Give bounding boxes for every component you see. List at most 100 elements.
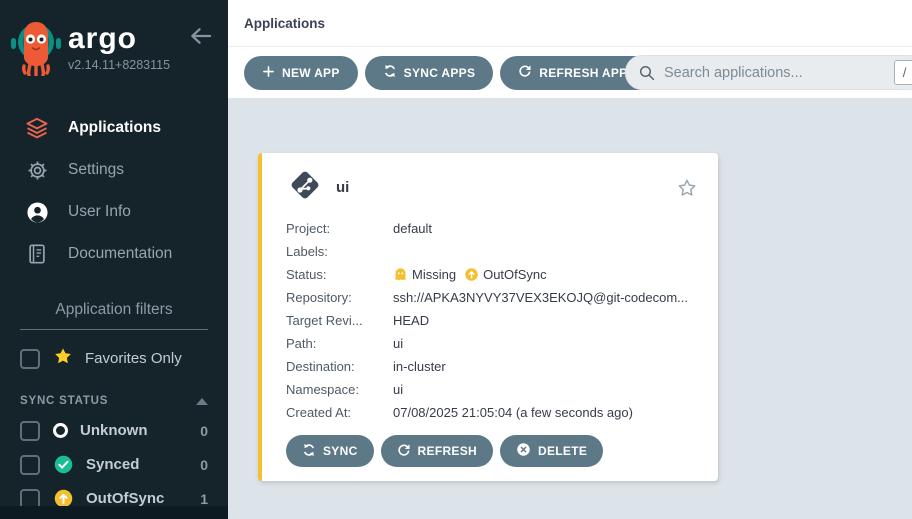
row-status: Status: Missing [286, 263, 698, 286]
refresh-button[interactable]: REFRESH [381, 435, 493, 467]
sidebar-item-label: Documentation [68, 245, 172, 263]
sidebar-item-applications[interactable]: Applications [0, 107, 228, 149]
row-value: ui [393, 336, 698, 351]
card-action-buttons: SYNC REFRESH [286, 435, 698, 467]
row-path: Path: ui [286, 332, 698, 355]
row-label: Repository: [286, 290, 393, 305]
search-input[interactable] [664, 65, 894, 81]
synced-checkbox[interactable] [20, 455, 40, 475]
card-detail-rows: Project: default Labels: Status: [286, 217, 698, 424]
outofsync-arrow-icon [464, 267, 479, 282]
filter-row-unknown[interactable]: Unknown 0 [20, 420, 208, 441]
row-label: Destination: [286, 359, 393, 374]
sync-status-title: SYNC STATUS [20, 395, 108, 407]
sidebar-item-settings[interactable]: Settings [0, 149, 228, 191]
application-name: ui [336, 179, 349, 196]
new-app-button[interactable]: NEW APP [244, 56, 358, 90]
main-area: Applications NEW APP SYNC APPS [228, 0, 912, 519]
layers-icon [24, 116, 50, 140]
row-label: Project: [286, 221, 393, 236]
application-card-ui[interactable]: ui Project: default Labels: Status: [258, 153, 718, 481]
sidebar-item-label: Settings [68, 161, 124, 179]
button-label: DELETE [538, 444, 587, 458]
row-project: Project: default [286, 217, 698, 240]
row-value: ui [393, 382, 698, 397]
unknown-ring-icon [53, 423, 68, 438]
brand-wordmark: argo [68, 24, 170, 54]
favorites-only-filter[interactable]: Favorites Only [20, 346, 208, 371]
row-value: in-cluster [393, 359, 698, 374]
filter-count: 1 [200, 491, 208, 507]
row-destination: Destination: in-cluster [286, 355, 698, 378]
page-title: Applications [244, 16, 325, 31]
row-value: ssh://APKA3NYVY37VEX3EKOJQ@git-codecom..… [393, 290, 698, 305]
row-value: Missing OutOfSync [393, 267, 698, 282]
search-icon [638, 64, 656, 82]
row-label: Labels: [286, 244, 393, 259]
delete-circle-icon [516, 442, 531, 460]
filter-count: 0 [200, 457, 208, 473]
argo-octopus-logo-icon [10, 18, 62, 81]
row-value: 07/08/2025 21:05:04 (a few seconds ago) [393, 405, 698, 420]
button-label: REFRESH APPS [539, 66, 636, 80]
slash-shortcut-key: / [894, 60, 912, 85]
sidebar-item-user-info[interactable]: User Info [0, 191, 228, 233]
brand-block: argo v2.14.11+8283115 [68, 24, 170, 72]
filter-label: OutOfSync [86, 490, 164, 507]
missing-ghost-icon [393, 267, 408, 282]
health-status-text[interactable]: Missing [412, 267, 456, 282]
row-repository: Repository: ssh://APKA3NYVY37VEX3EKOJQ@g… [286, 286, 698, 309]
button-label: SYNC APPS [404, 66, 476, 80]
version-label: v2.14.11+8283115 [68, 58, 170, 72]
refresh-icon [397, 443, 411, 460]
row-created-at: Created At: 07/08/2025 21:05:04 (a few s… [286, 401, 698, 424]
sync-icon [302, 443, 316, 460]
book-icon [24, 243, 50, 265]
unknown-checkbox[interactable] [20, 421, 40, 441]
logo-row: argo v2.14.11+8283115 [0, 0, 228, 81]
sync-status-text[interactable]: OutOfSync [483, 267, 547, 282]
button-label: NEW APP [282, 66, 340, 80]
refresh-icon [518, 64, 532, 81]
application-filters-title: Application filters [20, 301, 208, 330]
delete-button[interactable]: DELETE [500, 435, 603, 467]
sidebar-item-label: Applications [68, 119, 161, 137]
synced-check-icon [53, 454, 74, 475]
top-bar: Applications [228, 0, 912, 47]
row-label: Status: [286, 267, 393, 282]
row-label: Path: [286, 336, 393, 351]
row-target-revision: Target Revi... HEAD [286, 309, 698, 332]
filter-row-synced[interactable]: Synced 0 [20, 454, 208, 475]
search-box: / [625, 55, 912, 90]
toolbar: NEW APP SYNC APPS REFRESH APPS [228, 47, 912, 98]
card-header: ui [286, 166, 698, 209]
gear-icon [24, 159, 50, 182]
row-value: HEAD [393, 313, 698, 328]
row-label: Target Revi... [286, 313, 393, 328]
user-icon [24, 201, 50, 224]
filter-count: 0 [200, 423, 208, 439]
collapse-sidebar-arrow-icon[interactable] [189, 26, 212, 51]
application-diamond-icon [286, 166, 324, 209]
applications-list: ui Project: default Labels: Status: [228, 98, 912, 519]
row-namespace: Namespace: ui [286, 378, 698, 401]
filter-label: Unknown [80, 422, 148, 439]
favorite-star-outline-icon[interactable] [676, 177, 698, 199]
button-label: SYNC [323, 444, 358, 458]
favorites-only-label: Favorites Only [85, 350, 182, 367]
row-label: Created At: [286, 405, 393, 420]
row-labels: Labels: [286, 240, 698, 263]
sidebar-item-documentation[interactable]: Documentation [0, 233, 228, 275]
button-label: REFRESH [418, 444, 477, 458]
favorites-checkbox[interactable] [20, 349, 40, 369]
sidebar-item-label: User Info [68, 203, 131, 221]
sync-button[interactable]: SYNC [286, 435, 374, 467]
sync-icon [383, 64, 397, 81]
favorite-star-icon [53, 346, 73, 371]
row-label: Namespace: [286, 382, 393, 397]
sync-apps-button[interactable]: SYNC APPS [365, 56, 494, 90]
filter-label: Synced [86, 456, 139, 473]
collapse-section-icon[interactable] [196, 398, 208, 405]
plus-icon [262, 65, 275, 81]
sidebar-nav: Applications Settings [0, 107, 228, 275]
